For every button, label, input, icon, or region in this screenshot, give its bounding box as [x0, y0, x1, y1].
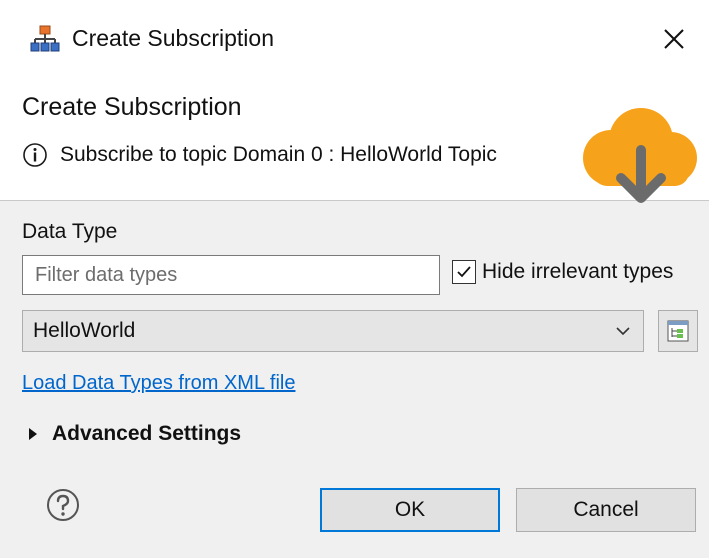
data-type-select[interactable]: HelloWorld: [22, 310, 644, 352]
cancel-button[interactable]: Cancel: [516, 488, 696, 532]
ok-button[interactable]: OK: [320, 488, 500, 532]
load-xml-link[interactable]: Load Data Types from XML file: [22, 372, 295, 395]
create-subscription-dialog: Create Subscription Create Subscription …: [0, 0, 709, 558]
checkbox-box[interactable]: [452, 260, 476, 284]
info-icon: [23, 143, 47, 167]
hide-irrelevant-types-label: Hide irrelevant types: [482, 260, 674, 283]
type-browser-button[interactable]: [658, 310, 698, 352]
close-button[interactable]: [639, 0, 709, 78]
filter-data-types-input[interactable]: [22, 255, 440, 295]
network-tree-icon: [30, 25, 60, 52]
triangle-right-icon: [29, 428, 37, 440]
checkmark-icon: [457, 266, 471, 278]
advanced-settings-toggle[interactable]: Advanced Settings: [26, 422, 241, 446]
dialog-header: Create Subscription Subscribe to topic D…: [0, 78, 709, 203]
chevron-down-icon[interactable]: [603, 326, 643, 336]
window-title: Create Subscription: [72, 25, 274, 51]
header-title: Create Subscription: [22, 93, 242, 121]
close-icon: [664, 29, 684, 49]
title-bar: Create Subscription: [0, 0, 709, 78]
header-message: Subscribe to topic Domain 0 : HelloWorld…: [22, 142, 497, 168]
data-type-label: Data Type: [22, 220, 118, 243]
hide-irrelevant-types-checkbox[interactable]: Hide irrelevant types: [452, 260, 673, 284]
advanced-settings-label: Advanced Settings: [52, 422, 242, 445]
selected-data-type: HelloWorld: [33, 319, 136, 342]
cloud-download-icon: [583, 108, 697, 203]
type-tree-icon: [667, 320, 689, 342]
help-icon[interactable]: [46, 488, 80, 522]
header-message-text: Subscribe to topic Domain 0 : HelloWorld…: [60, 143, 497, 166]
